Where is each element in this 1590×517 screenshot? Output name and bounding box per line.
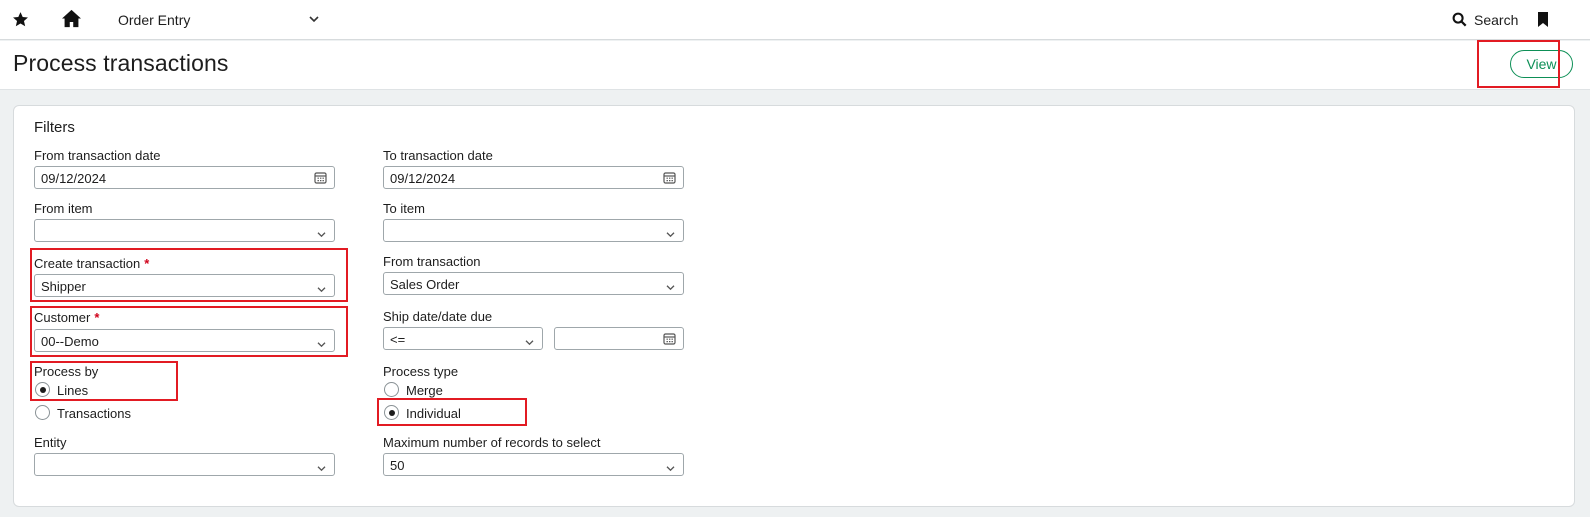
max-records-label: Maximum number of records to select: [383, 435, 601, 450]
chevron-down-icon[interactable]: [309, 15, 319, 23]
from-transaction-select[interactable]: Sales Order: [383, 272, 684, 295]
process-type-label: Process type: [383, 364, 459, 379]
max-records-value: 50: [390, 458, 405, 473]
chevron-down-icon: [317, 460, 326, 475]
from-transaction-value: Sales Order: [390, 277, 460, 292]
highlight-box-create-transaction: [30, 248, 348, 302]
entity-select[interactable]: [34, 453, 335, 476]
to-date-input[interactable]: 09/12/2024: [383, 166, 684, 189]
top-navigation-bar: Order Entry Search: [0, 0, 1590, 40]
highlight-box-process-type-individual: [377, 398, 527, 426]
calendar-icon[interactable]: [663, 332, 676, 348]
ship-date-input[interactable]: [554, 327, 684, 350]
star-icon[interactable]: [12, 11, 29, 28]
chevron-down-icon: [525, 334, 534, 349]
chevron-down-icon: [666, 226, 675, 241]
to-date-value: 09/12/2024: [390, 171, 456, 186]
bookmark-icon[interactable]: [1537, 12, 1549, 27]
entity-label: Entity: [34, 435, 67, 450]
from-date-value: 09/12/2024: [41, 171, 107, 186]
from-item-select[interactable]: [34, 219, 335, 242]
process-type-merge-label[interactable]: Merge: [406, 383, 443, 398]
max-records-select[interactable]: 50: [383, 453, 684, 476]
from-date-label: From transaction date: [34, 148, 161, 163]
process-by-transactions-label[interactable]: Transactions: [57, 406, 131, 421]
ship-date-operator-value: <=: [390, 332, 406, 347]
page-title: Process transactions: [13, 50, 229, 76]
chevron-down-icon: [317, 226, 326, 241]
calendar-icon[interactable]: [663, 171, 676, 187]
from-date-input[interactable]: 09/12/2024: [34, 166, 335, 189]
calendar-icon[interactable]: [314, 171, 327, 187]
filters-title: Filters: [34, 119, 75, 136]
module-selector-label[interactable]: Order Entry: [118, 12, 190, 28]
process-type-merge-radio[interactable]: [384, 382, 399, 397]
chevron-down-icon: [666, 460, 675, 475]
home-icon[interactable]: [61, 9, 82, 28]
from-transaction-label: From transaction: [383, 254, 481, 269]
highlight-box-view: [1477, 40, 1560, 88]
from-item-label: From item: [34, 201, 93, 216]
process-by-transactions-radio[interactable]: [35, 405, 50, 420]
to-item-label: To item: [383, 201, 425, 216]
search-label: Search: [1474, 12, 1519, 28]
ship-date-label: Ship date/date due: [383, 309, 493, 324]
chevron-down-icon: [666, 279, 675, 294]
to-item-select[interactable]: [383, 219, 684, 242]
page-header: Process transactions View: [0, 41, 1590, 90]
highlight-box-process-by: [30, 361, 178, 401]
highlight-box-customer: [30, 306, 348, 357]
search-icon: [1452, 12, 1467, 27]
to-date-label: To transaction date: [383, 148, 493, 163]
ship-date-operator-select[interactable]: <=: [383, 327, 543, 350]
